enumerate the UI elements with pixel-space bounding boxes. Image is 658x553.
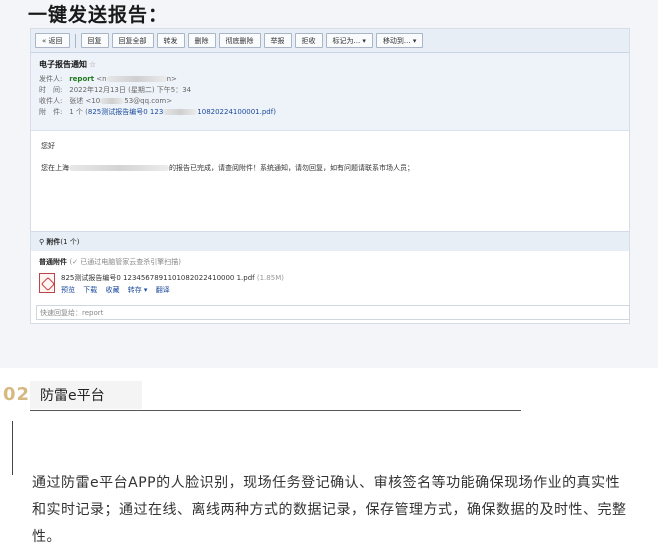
attachment-filename-line: 825测试报告编号0 1234567891101082022410000 1.p…: [61, 273, 284, 283]
permanent-delete-button[interactable]: 彻底删除: [218, 33, 261, 48]
attachment-size: (1.85M): [256, 274, 284, 282]
attachments-area: 普通附件 (✓ 已通过电脑管家云查杀引擎扫描) 825测试报告编号0 12345…: [31, 251, 629, 301]
greeting: 您好: [41, 142, 55, 150]
email-subject: 电子报告通知 ☆: [39, 59, 623, 70]
recipient-end: 53@qq.com>: [124, 97, 173, 105]
attachment-link[interactable]: 825测试报告编号0 123: [88, 108, 163, 116]
favorite-link[interactable]: 收藏: [105, 286, 119, 294]
sender-address-start: <n: [96, 75, 107, 83]
report-spam-button[interactable]: 举报: [263, 33, 292, 48]
translate-link[interactable]: 翻译: [156, 286, 170, 294]
back-button[interactable]: « 返回: [35, 33, 70, 48]
recipient-start: 张述 <10: [69, 97, 101, 105]
pdf-file-icon: [39, 273, 55, 293]
section-divider: [30, 410, 521, 411]
download-link[interactable]: 下载: [83, 286, 97, 294]
save-to-dropdown[interactable]: 转存 ▾: [128, 286, 148, 294]
time-value: 2022年12月13日 (星期二) 下午5：34: [69, 86, 192, 94]
preview-link[interactable]: 预览: [61, 286, 75, 294]
ordinary-label: 普通附件: [39, 258, 67, 266]
mail-toolbar: « 返回 回复 回复全部 转发 删除 彻底删除 举报 拒收 标记为... ▾ 移…: [31, 29, 629, 53]
scan-note: (✓ 已通过电脑管家云查杀引擎扫描): [69, 258, 181, 266]
redacted-address: [106, 76, 167, 82]
email-header: 电子报告通知 ☆ 发件人: report <n n> 时 间: 2022年12月13…: [31, 53, 629, 131]
time-label: 时 间:: [39, 86, 63, 94]
sender-name[interactable]: report: [69, 75, 94, 83]
from-label: 发件人:: [39, 75, 63, 83]
body-message: 您在上海 的报告已完成，请查阅附件！系统通知，请勿回复，如有问题请联系市场人员；: [41, 163, 629, 173]
body-suffix: 的报告已完成，请查阅附件！系统通知，请勿回复，如有问题请联系市场人员；: [169, 164, 414, 172]
quick-reply-input[interactable]: 快速回复给：report: [36, 305, 630, 320]
section-title: 防雷e平台: [30, 381, 142, 409]
attachments-bar: ⚲ 附件 (1 个): [31, 231, 629, 251]
attachments-label: 附件: [46, 237, 61, 246]
ordinary-attachments-title: 普通附件 (✓ 已通过电脑管家云查杀引擎扫描): [39, 257, 621, 267]
reject-button[interactable]: 拒收: [294, 33, 323, 48]
section-paragraph: 通过防雷e平台APP的人脸识别，现场任务登记确认、审核签名等功能确保现场作业的真…: [32, 475, 627, 545]
forward-button[interactable]: 转发: [156, 33, 185, 48]
attachment-filename[interactable]: 825测试报告编号0 1234567891101082022410000 1.p…: [61, 274, 255, 282]
attachment-label: 附 件:: [39, 108, 63, 116]
subject-text: 电子报告通知: [39, 60, 87, 69]
vertical-rule: [12, 421, 13, 475]
paperclip-icon: ⚲: [39, 237, 47, 246]
to-label: 收件人:: [39, 97, 63, 105]
attachment-item: 825测试报告编号0 1234567891101082022410000 1.p…: [39, 273, 621, 295]
from-line: 发件人: report <n n>: [39, 74, 623, 85]
delete-button[interactable]: 删除: [187, 33, 216, 48]
attachment-details: 825测试报告编号0 1234567891101082022410000 1.p…: [61, 273, 284, 295]
email-body: 您好 您在上海 的报告已完成，请查阅附件！系统通知，请勿回复，如有问题请联系市场人…: [31, 131, 629, 231]
page-heading: 一键发送报告：: [28, 4, 169, 26]
redacted-recipient: [100, 98, 125, 104]
section-number: 02: [3, 384, 31, 405]
reply-button[interactable]: 回复: [80, 33, 109, 48]
reply-all-button[interactable]: 回复全部: [111, 33, 154, 48]
sender-address-end: n>: [166, 75, 177, 83]
time-line: 时 间: 2022年12月13日 (星期二) 下午5：34: [39, 85, 623, 96]
attachments-count: (1 个): [60, 237, 80, 246]
star-icon[interactable]: ☆: [89, 60, 96, 69]
move-to-dropdown[interactable]: 移动到... ▾: [375, 33, 424, 48]
toolbar-divider: [74, 33, 76, 48]
attachment-actions: 预览 下载 收藏 转存 ▾ 翻译: [61, 285, 284, 295]
attachment-count: 1 个 (: [69, 108, 88, 116]
redacted-filename: [163, 109, 198, 115]
body-prefix: 您在上海: [41, 164, 69, 172]
redacted-company: [69, 165, 169, 171]
email-window: « 返回 回复 回复全部 转发 删除 彻底删除 举报 拒收 标记为... ▾ 移…: [30, 28, 630, 324]
attachment-link-end[interactable]: 10820224100001.pdf): [197, 108, 276, 116]
to-line: 收件人: 张述 <10 53@qq.com>: [39, 96, 623, 107]
mark-as-dropdown[interactable]: 标记为... ▾: [325, 33, 373, 48]
attachment-line: 附 件: 1 个 (825测试报告编号0 123 10820224100001.p…: [39, 107, 623, 118]
